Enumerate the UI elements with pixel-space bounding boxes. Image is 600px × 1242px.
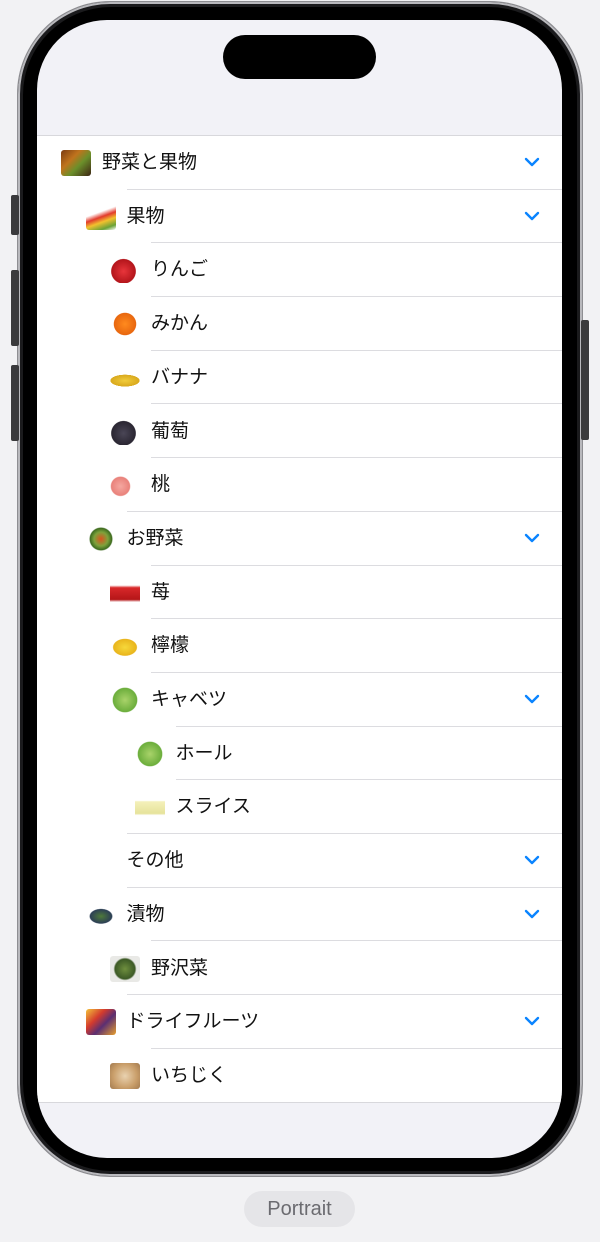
row-label: その他 [126,849,184,872]
chevron-down-icon[interactable] [524,155,540,169]
volume-down-button [11,365,19,441]
row-label: みかん [151,312,209,335]
row-label: 葡萄 [151,419,190,442]
row-label: 桃 [151,473,171,496]
outline-row[interactable]: その他 [37,834,562,888]
chevron-down-icon[interactable] [524,209,540,223]
vegetables-photo [85,525,116,552]
row-label: 漬物 [126,902,165,925]
strawberry-photo [110,579,140,606]
outline-row[interactable]: 苺 [37,566,562,620]
row-label: キャベツ [151,688,228,710]
dried-fruit-photo [85,1009,116,1036]
row-label: 果物 [126,204,165,227]
volume-up-button [11,270,19,346]
phone-screen: 野菜と果物果物りんごみかんバナナ葡萄桃お野菜苺檸檬キャベツホールスライスその他漬… [37,20,562,1158]
outline-row[interactable]: スライス [37,780,562,835]
outline-row[interactable]: キャベツ [37,673,562,727]
row-label: 野沢菜 [151,956,209,979]
cabbage-whole-photo [134,740,165,767]
orientation-label: Portrait [244,1191,355,1227]
chevron-down-icon[interactable] [524,853,540,867]
row-label: 苺 [151,580,171,603]
chevron-down-icon[interactable] [524,907,540,921]
orange-photo [110,311,140,338]
row-label: バナナ [151,365,209,388]
peach-photo [110,472,140,499]
outline-list: 野菜と果物果物りんごみかんバナナ葡萄桃お野菜苺檸檬キャベツホールスライスその他漬… [37,135,562,1103]
outline-row[interactable]: みかん [37,297,562,351]
cabbage-slice-photo [134,794,165,821]
vegetables-fruits-photo [61,150,91,176]
action-button [11,195,19,235]
row-label: ホール [175,741,233,764]
banana-photo [110,364,140,391]
outline-row[interactable]: りんご [37,243,562,298]
row-label: 野菜と果物 [102,151,198,173]
outline-row[interactable]: 檸檬 [37,619,562,673]
grape-photo [110,418,140,445]
cabbage-photo [110,687,140,713]
chevron-down-icon[interactable] [524,692,540,706]
dynamic-island [223,35,376,79]
pickles-photo [85,901,116,928]
outline-row[interactable]: 桃 [37,458,562,512]
row-label: ドライフルーツ [126,1010,260,1033]
chevron-down-icon[interactable] [524,531,540,545]
apple-photo [110,257,140,284]
outline-row[interactable]: ホール [37,727,562,781]
chevron-down-icon[interactable] [524,1014,540,1028]
outline-row[interactable]: 野沢菜 [37,942,562,996]
row-label: いちじく [151,1063,228,1086]
fruits-photo [85,203,116,230]
outline-row[interactable]: 漬物 [37,888,562,942]
outline-row[interactable]: 果物 [37,190,562,244]
power-button [581,320,589,440]
outline-row[interactable]: ドライフルーツ [37,995,562,1049]
nozawana-photo [110,955,140,982]
fig-photo [110,1062,140,1089]
outline-row[interactable]: 野菜と果物 [37,136,562,190]
lemon-photo [110,633,140,660]
outline-row[interactable]: 葡萄 [37,405,562,459]
row-label: 檸檬 [151,634,190,657]
row-label: お野菜 [126,526,184,549]
outline-row[interactable]: いちじく [37,1049,562,1103]
outline-row[interactable]: お野菜 [37,512,562,566]
outline-row[interactable]: バナナ [37,351,562,405]
row-label: スライス [175,795,251,818]
row-label: りんご [151,258,209,281]
